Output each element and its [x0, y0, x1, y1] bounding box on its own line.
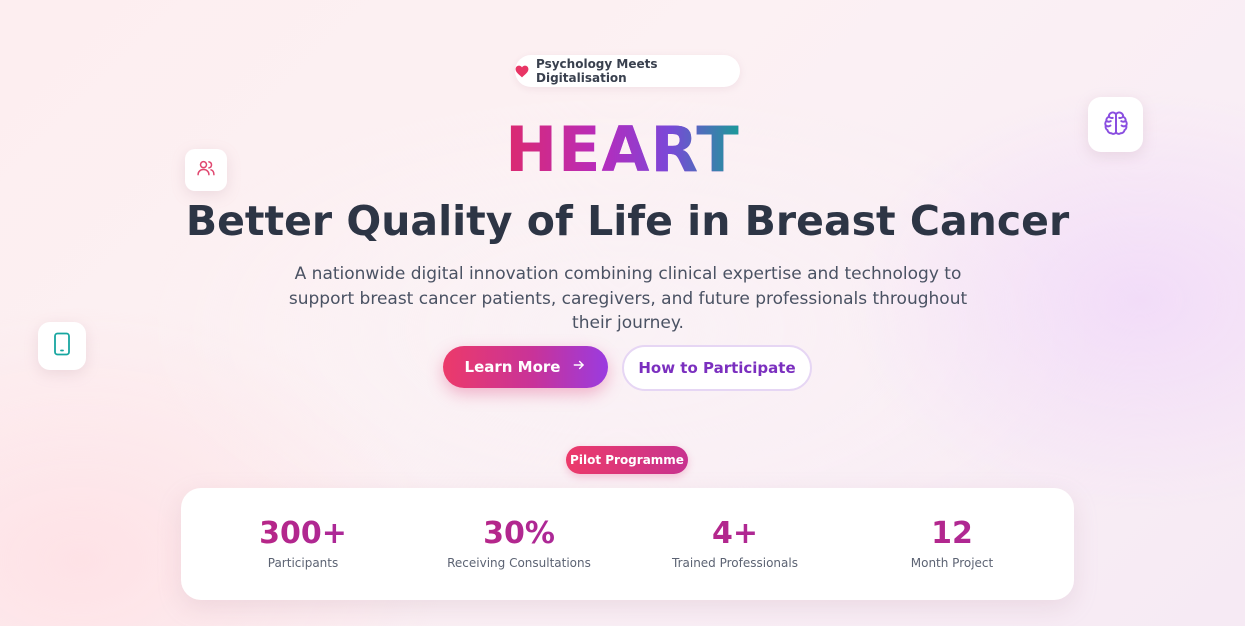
- tagline-text: Psychology Meets Digitalisation: [536, 57, 658, 85]
- pilot-programme-label: Pilot Programme: [570, 453, 684, 467]
- stat-label: Participants: [267, 556, 339, 570]
- how-to-participate-button[interactable]: How to Participate: [622, 345, 812, 391]
- stat-professionals: 4+ Trained Professionals: [625, 516, 845, 571]
- heart-icon: [515, 65, 529, 78]
- stats-card: 300+ Participants 30% Receiving Consulta…: [181, 488, 1074, 600]
- pilot-programme-badge: Pilot Programme: [566, 446, 688, 474]
- stat-consultations: 30% Receiving Consultations: [409, 516, 629, 571]
- stat-value: 30%: [409, 516, 629, 552]
- how-to-participate-label: How to Participate: [638, 359, 796, 377]
- tablet-icon: [52, 332, 72, 360]
- stat-label: Month Project: [910, 556, 994, 570]
- learn-more-label: Learn More: [464, 358, 561, 376]
- learn-more-button[interactable]: Learn More: [443, 346, 608, 388]
- stat-label: Receiving Consultations: [447, 556, 591, 570]
- stat-project-duration: 12 Month Project: [842, 516, 1062, 571]
- tablet-icon-card: [38, 322, 86, 370]
- stat-value: 300+: [193, 516, 413, 552]
- stat-value: 12: [842, 516, 1062, 552]
- hero-description: A nationwide digital innovation combinin…: [288, 264, 968, 333]
- arrow-right-icon: [572, 358, 586, 376]
- stat-value: 4+: [625, 516, 845, 552]
- hero-subtitle: Better Quality of Life in Breast Cancer: [185, 197, 1070, 245]
- stat-participants: 300+ Participants: [193, 516, 413, 571]
- hero-title: HEART: [0, 110, 1245, 190]
- stat-label: Trained Professionals: [672, 556, 798, 570]
- tagline-badge: Psychology Meets Digitalisation: [515, 55, 740, 87]
